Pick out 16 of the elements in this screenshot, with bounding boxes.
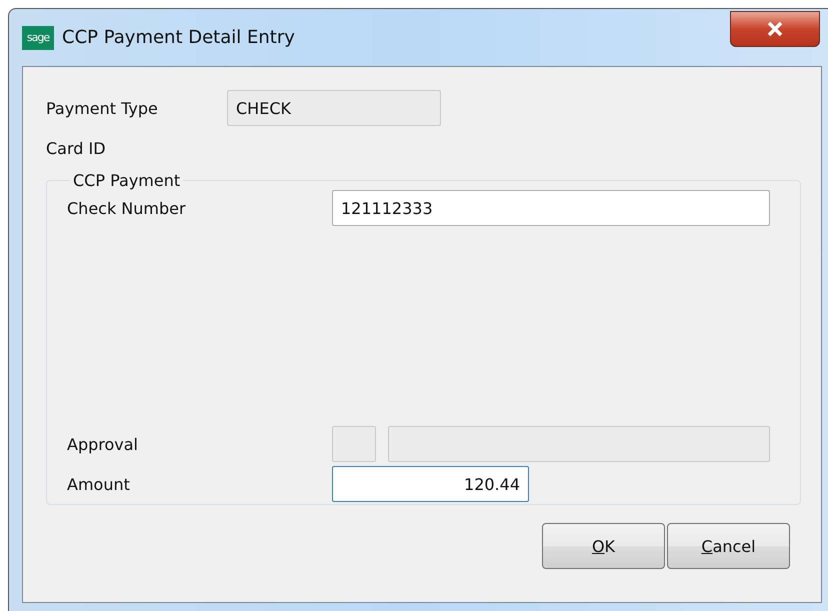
field-label: Card ID <box>46 138 107 158</box>
field-label: Check Number <box>67 198 187 218</box>
check-number-field[interactable]: 121112333 <box>332 190 770 226</box>
ok-button[interactable]: OK <box>542 523 665 569</box>
group-title: CCP Payment <box>72 171 182 190</box>
field-label: Amount <box>67 474 131 494</box>
amount-field[interactable]: 120.44 <box>332 466 529 502</box>
cancel-button[interactable]: Cancel <box>667 523 790 569</box>
field-label: Approval <box>67 434 139 454</box>
close-button[interactable] <box>730 11 820 47</box>
field-label: Payment Type <box>46 98 159 118</box>
close-icon <box>766 21 784 37</box>
window-title: CCP Payment Detail Entry <box>62 27 295 48</box>
payment-type-field: CHECK <box>227 90 441 126</box>
app-logo: sage <box>22 26 54 50</box>
approval-code-field <box>332 426 376 462</box>
